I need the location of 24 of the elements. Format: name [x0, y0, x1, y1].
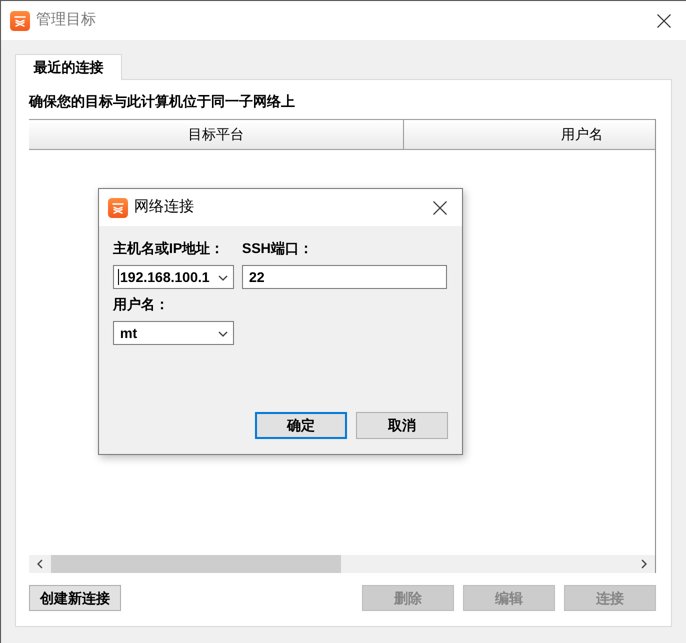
app-logo-icon	[108, 198, 128, 218]
notice-text: 确保您的目标与此计算机位于同一子网络上	[29, 92, 296, 111]
horizontal-scrollbar[interactable]	[29, 555, 655, 573]
column-header[interactable]: 目标平台	[29, 120, 404, 149]
field-label: SSH端口：	[242, 239, 314, 257]
chevron-down-icon	[218, 274, 228, 280]
chevron-right-icon[interactable]	[640, 559, 648, 569]
combo-box[interactable]: mt	[113, 321, 234, 345]
close-icon[interactable]	[657, 14, 671, 28]
dialog-title: 网络连接	[134, 197, 194, 218]
field-label: 用户名：	[113, 295, 170, 313]
scrollbar-thumb[interactable]	[51, 555, 341, 573]
combo-box[interactable]: 192.168.100.1	[113, 265, 234, 289]
dialog-button[interactable]: 确定	[255, 412, 347, 439]
app-logo-icon	[10, 10, 30, 30]
input-field[interactable]: 22	[242, 265, 447, 289]
field-label: 主机名或IP地址：	[113, 239, 226, 257]
dialog-button[interactable]: 取消	[356, 412, 448, 439]
action-button[interactable]: 创建新连接	[29, 585, 121, 611]
window-title: 管理目标	[36, 10, 96, 30]
chevron-down-icon	[218, 330, 228, 336]
tab[interactable]: 最近的连接	[15, 54, 122, 80]
close-icon[interactable]	[433, 200, 447, 214]
chevron-left-icon[interactable]	[36, 559, 44, 569]
